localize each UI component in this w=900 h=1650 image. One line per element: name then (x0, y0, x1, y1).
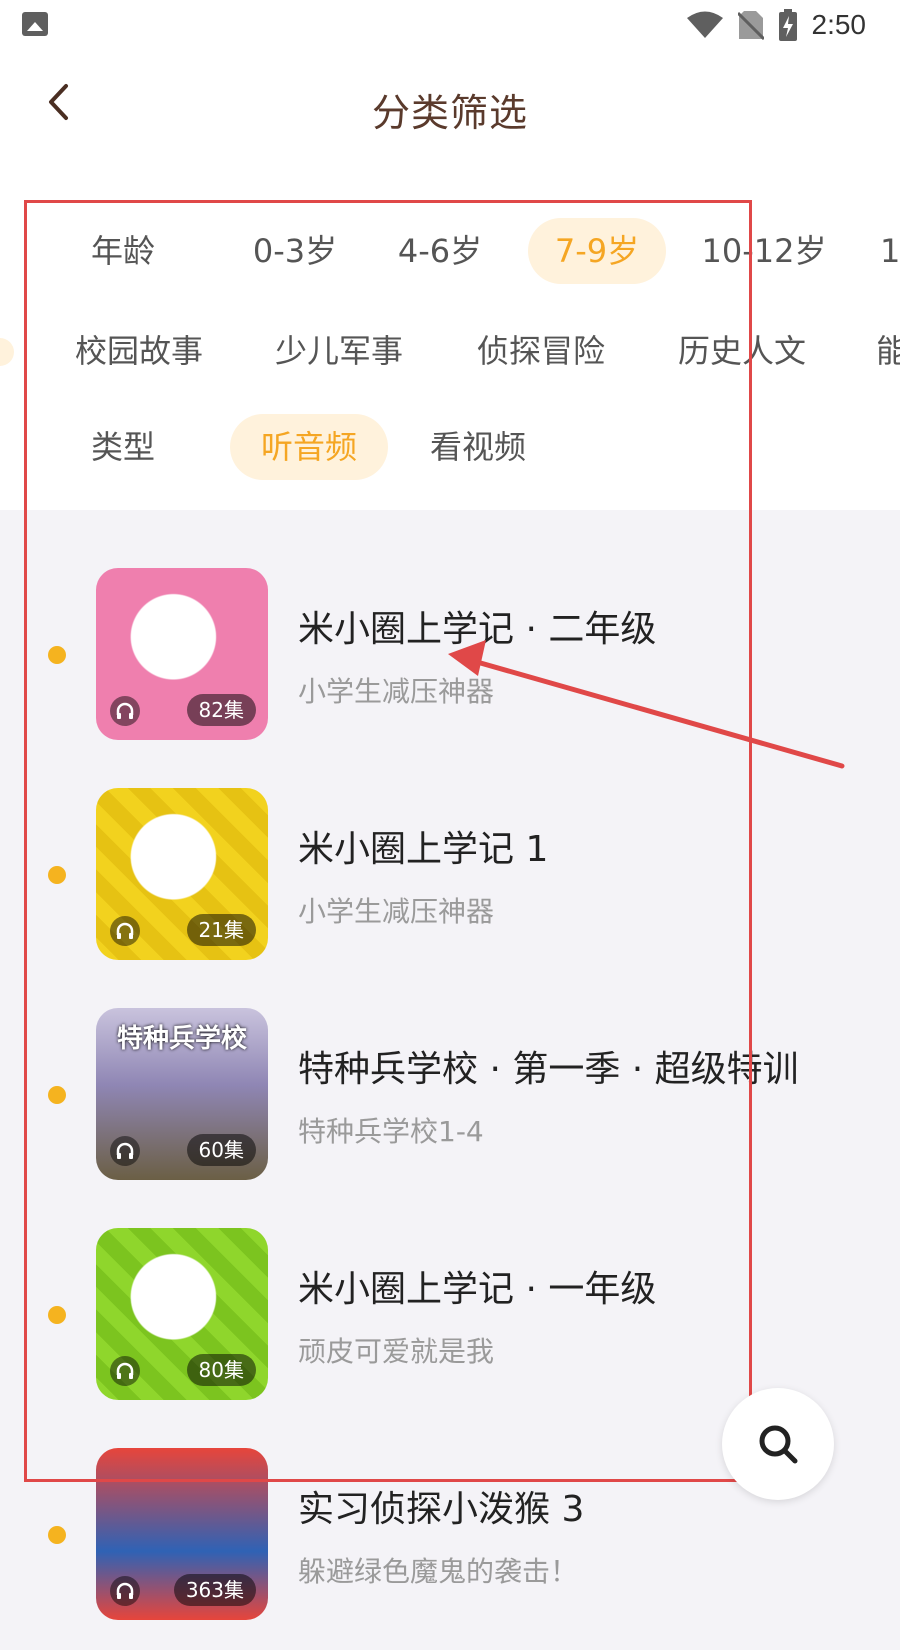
list-bullet (48, 866, 66, 884)
album-cover[interactable]: 82集 (96, 568, 268, 740)
album-subtitle: 顽皮可爱就是我 (298, 1335, 495, 1368)
album-subtitle: 小学生减压神器 (298, 895, 495, 928)
album-subtitle: 躲避绿色魔鬼的袭击！ (298, 1555, 579, 1588)
headphone-icon (110, 1576, 140, 1606)
status-icons: 2:50 (686, 6, 867, 44)
age-option-0-3[interactable]: 0-3岁 (230, 218, 360, 284)
headphone-icon (110, 916, 140, 946)
search-button[interactable] (722, 1388, 834, 1500)
album-subtitle: 特种兵学校1-4 (298, 1115, 484, 1148)
list-item[interactable]: 特种兵学校 60集 特种兵学校 · 第一季 · 超级特训 特种兵学校1-4 (0, 990, 900, 1210)
battery-charging-icon (778, 9, 797, 41)
age-option-10-12[interactable]: 10-12岁 (690, 218, 838, 284)
topic-option-partial-left[interactable] (0, 338, 14, 366)
page-title: 分类筛选 (371, 91, 528, 135)
cover-title: 特种兵学校 (116, 1024, 247, 1054)
age-filter-row: 年龄 0-3岁 4-6岁 7-9岁 10-12岁 1 (0, 218, 900, 284)
topic-option-history[interactable]: 历史人文 (665, 318, 819, 384)
episode-count-badge: 21集 (186, 914, 256, 946)
episode-count-badge: 80集 (186, 1354, 256, 1386)
topic-option-campus[interactable]: 校园故事 (62, 318, 216, 384)
status-bar: 2:50 (0, 0, 900, 50)
headphone-icon (110, 696, 140, 726)
episode-count-badge: 363集 (173, 1574, 256, 1606)
age-filter-label: 年龄 (90, 232, 155, 270)
headphone-icon (110, 1136, 140, 1166)
filter-panel: 年龄 0-3岁 4-6岁 7-9岁 10-12岁 1 校园故事 少儿军事 侦探冒… (0, 190, 900, 510)
headphone-icon (110, 1356, 140, 1386)
type-option-video[interactable]: 看视频 (410, 414, 546, 480)
album-title[interactable]: 米小圈上学记 1 (298, 820, 548, 872)
age-option-4-6[interactable]: 4-6岁 (375, 218, 505, 284)
search-icon (759, 1425, 798, 1464)
topic-option-military[interactable]: 少儿军事 (262, 318, 416, 384)
list-item[interactable]: 82集 米小圈上学记 · 二年级 小学生减压神器 (0, 550, 900, 770)
no-sim-icon (737, 11, 764, 40)
age-option-partial[interactable]: 1 (880, 218, 900, 284)
type-filter-label: 类型 (90, 428, 155, 466)
album-subtitle: 小学生减压神器 (298, 675, 495, 708)
album-title[interactable]: 米小圈上学记 · 一年级 (298, 1260, 656, 1312)
topic-option-partial[interactable]: 能 (876, 318, 900, 384)
topic-option-detective[interactable]: 侦探冒险 (464, 318, 618, 384)
status-time: 2:50 (811, 9, 867, 40)
type-option-audio[interactable]: 听音频 (230, 414, 388, 480)
album-cover[interactable]: 21集 (96, 788, 268, 960)
header: 分类筛选 (0, 50, 900, 190)
age-option-7-9[interactable]: 7-9岁 (528, 218, 666, 284)
list-bullet (48, 646, 66, 664)
album-cover[interactable]: 363集 (96, 1448, 268, 1620)
list-item[interactable]: 21集 米小圈上学记 1 小学生减压神器 (0, 770, 900, 990)
episode-count-badge: 82集 (186, 694, 256, 726)
album-cover[interactable]: 特种兵学校 60集 (96, 1008, 268, 1180)
album-title[interactable]: 特种兵学校 · 第一季 · 超级特训 (298, 1040, 799, 1092)
type-filter-row: 类型 听音频 看视频 (0, 414, 900, 480)
list-bullet (48, 1526, 66, 1544)
image-notification-icon (22, 12, 48, 36)
album-cover[interactable]: 80集 (96, 1228, 268, 1400)
wifi-icon (686, 11, 723, 38)
topic-filter-row: 校园故事 少儿军事 侦探冒险 历史人文 能 (0, 318, 900, 384)
album-title[interactable]: 米小圈上学记 · 二年级 (298, 600, 656, 652)
list-bullet (48, 1086, 66, 1104)
list-bullet (48, 1306, 66, 1324)
album-title[interactable]: 实习侦探小泼猴 3 (298, 1480, 584, 1532)
episode-count-badge: 60集 (186, 1134, 256, 1166)
